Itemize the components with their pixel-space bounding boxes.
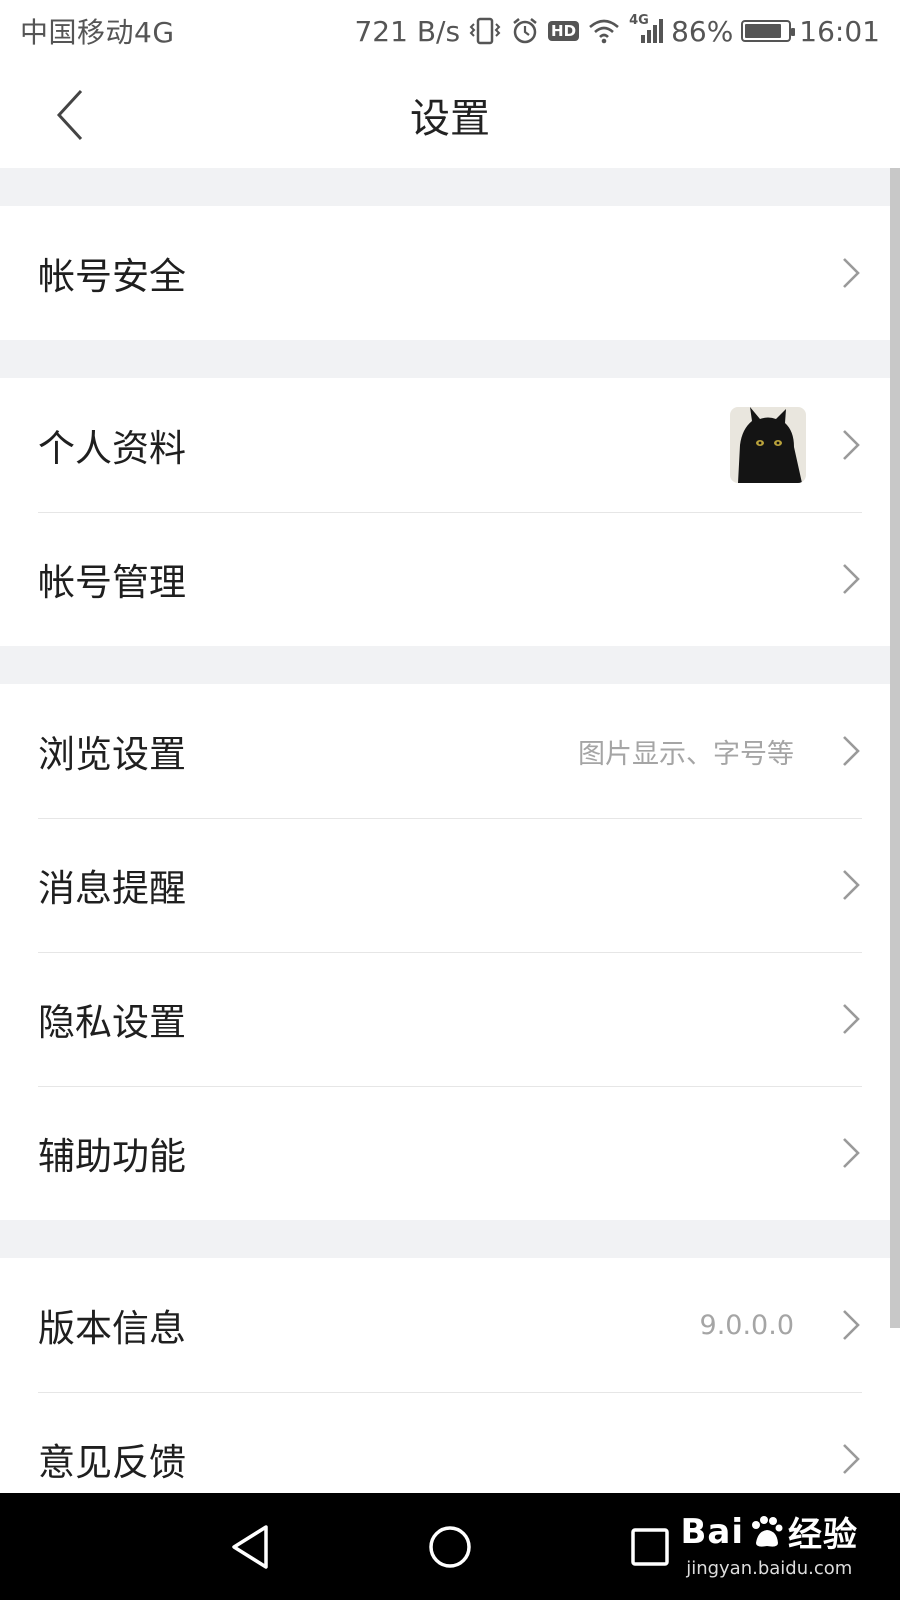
chevron-right-icon — [843, 1310, 860, 1340]
row-label: 浏览设置 — [38, 733, 186, 776]
hd-badge: HD — [548, 21, 580, 41]
row-browse-settings[interactable]: 浏览设置 图片显示、字号等 — [0, 684, 900, 818]
carrier-label: 中国移动4G — [20, 16, 175, 49]
watermark-brand: Bai — [680, 1511, 744, 1552]
net-speed: 721 B/s — [354, 14, 461, 48]
row-value: 图片显示、字号等 — [578, 738, 794, 770]
avatar — [730, 407, 806, 483]
row-label: 版本信息 — [38, 1307, 186, 1350]
chevron-right-icon — [843, 1444, 860, 1474]
settings-group-account-security: 帐号安全 — [0, 206, 900, 340]
status-bar: 中国移动4G 721 B/s HD 4G 86% 16:01 — [0, 0, 900, 62]
row-feedback[interactable]: 意见反馈 — [0, 1392, 900, 1493]
section-gap — [0, 646, 900, 684]
row-version-info[interactable]: 版本信息 9.0.0.0 — [0, 1258, 900, 1392]
status-icons: 721 B/s HD 4G 86% 16:01 — [354, 13, 880, 48]
alarm-icon — [510, 16, 540, 46]
square-recents-icon — [631, 1528, 669, 1566]
battery-icon — [741, 20, 796, 42]
row-label: 隐私设置 — [38, 1001, 186, 1044]
page-title: 设置 — [410, 96, 490, 142]
row-privacy-settings[interactable]: 隐私设置 — [0, 952, 900, 1086]
triangle-back-icon — [232, 1525, 268, 1569]
row-label: 帐号安全 — [38, 255, 186, 298]
nav-home-button[interactable] — [418, 1515, 482, 1579]
watermark-brand-suffix: 经验 — [788, 1515, 858, 1555]
row-label: 个人资料 — [38, 427, 186, 470]
row-label: 消息提醒 — [38, 867, 186, 910]
vibrate-icon — [468, 16, 502, 46]
wifi-icon — [587, 17, 621, 45]
clock: 16:01 — [799, 14, 880, 48]
battery-percent: 86% — [671, 14, 734, 48]
settings-list[interactable]: 帐号安全 个人资料 帐号管理 浏览设置 图片显示、字号等 消息提醒 隐私设置 辅… — [0, 168, 900, 1493]
row-label: 意见反馈 — [38, 1441, 186, 1484]
app-header: 设置 — [0, 62, 900, 168]
settings-group-general: 浏览设置 图片显示、字号等 消息提醒 隐私设置 辅助功能 — [0, 684, 900, 1220]
watermark-logo: Bai 经验 — [680, 1507, 858, 1556]
row-profile[interactable]: 个人资料 — [0, 378, 900, 512]
settings-group-about: 版本信息 9.0.0.0 意见反馈 — [0, 1258, 900, 1493]
chevron-right-icon — [843, 564, 860, 594]
row-label: 帐号管理 — [38, 561, 186, 604]
section-gap — [0, 168, 900, 206]
cell-signal-icon: 4G — [629, 13, 664, 45]
section-gap — [0, 340, 900, 378]
row-notifications[interactable]: 消息提醒 — [0, 818, 900, 952]
chevron-right-icon — [843, 258, 860, 288]
chevron-right-icon — [843, 870, 860, 900]
section-gap — [0, 1220, 900, 1258]
nav-back-button[interactable] — [218, 1515, 282, 1579]
signal-type-label: 4G — [629, 13, 649, 28]
settings-group-profile: 个人资料 帐号管理 — [0, 378, 900, 646]
row-label: 辅助功能 — [38, 1135, 186, 1178]
scrollbar[interactable] — [890, 168, 900, 1328]
chevron-right-icon — [843, 736, 860, 766]
back-arrow-icon — [56, 89, 83, 141]
paw-icon — [752, 1515, 783, 1547]
chevron-right-icon — [843, 430, 860, 460]
nav-recents-button[interactable] — [618, 1515, 682, 1579]
watermark-url: jingyan.baidu.com — [686, 1558, 853, 1579]
chevron-right-icon — [843, 1138, 860, 1168]
system-nav-bar: Bai 经验 jingyan.baidu.com — [0, 1493, 900, 1600]
chevron-right-icon — [843, 1004, 860, 1034]
row-accessibility[interactable]: 辅助功能 — [0, 1086, 900, 1220]
row-account-security[interactable]: 帐号安全 — [0, 206, 900, 340]
row-value: 9.0.0.0 — [699, 1309, 794, 1341]
circle-home-icon — [429, 1526, 471, 1568]
row-account-management[interactable]: 帐号管理 — [0, 512, 900, 646]
baidu-jingyan-watermark: Bai 经验 jingyan.baidu.com — [680, 1507, 858, 1580]
back-button[interactable] — [40, 80, 100, 150]
